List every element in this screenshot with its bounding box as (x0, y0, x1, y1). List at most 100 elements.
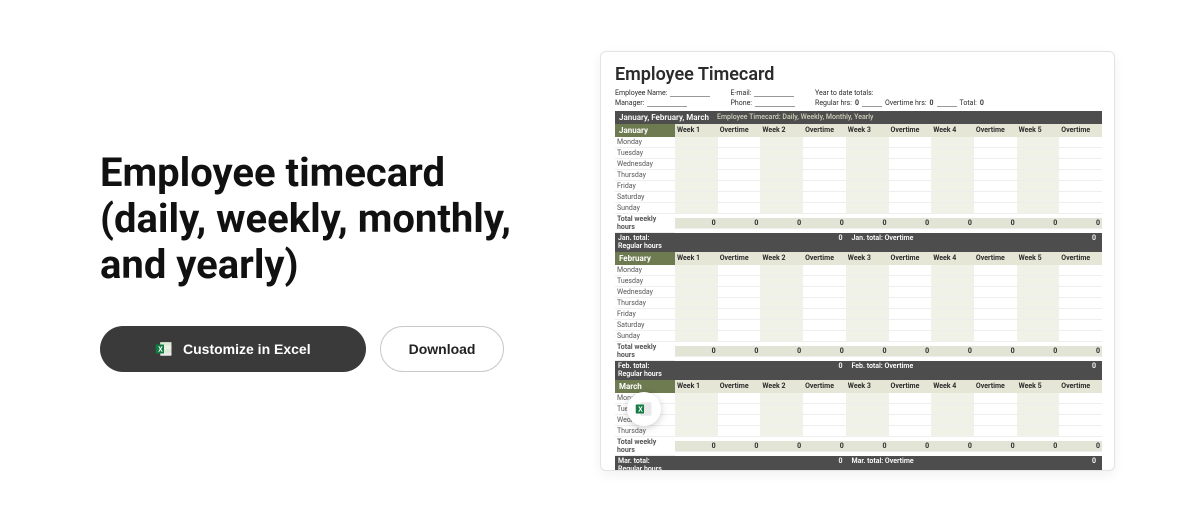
cell (931, 170, 974, 181)
download-button-label: Download (409, 341, 476, 357)
cell (931, 265, 974, 276)
cell (889, 148, 932, 159)
cell (718, 203, 761, 214)
cell (718, 170, 761, 181)
month-summary-row: Mar. total: Regular hours0Mar. total: Ov… (615, 456, 1102, 471)
cell (803, 148, 846, 159)
month-summary-row: Feb. total: Regular hours0Feb. total: Ov… (615, 361, 1102, 380)
total-cell: 0 (889, 346, 932, 357)
cell (803, 203, 846, 214)
cell (1059, 192, 1102, 203)
total-cell: 0 (889, 218, 932, 229)
cell (718, 192, 761, 203)
cell (1059, 320, 1102, 331)
cell (675, 415, 718, 426)
cell (931, 203, 974, 214)
col-week: Week 1 (675, 124, 718, 136)
col-overtime: Overtime (1059, 252, 1102, 264)
total-cell: 0 (1059, 441, 1102, 452)
customize-in-excel-button[interactable]: Customize in Excel (100, 326, 366, 372)
cell (846, 309, 889, 320)
cell (675, 192, 718, 203)
total-cell: 0 (1017, 218, 1060, 229)
cell (974, 203, 1017, 214)
day-label: Thursday (615, 426, 675, 437)
cell (803, 331, 846, 342)
cell (675, 276, 718, 287)
day-label: Monday (615, 265, 675, 276)
col-week: Week 3 (846, 252, 889, 264)
band-title: January, February, March (619, 113, 709, 122)
cell (931, 159, 974, 170)
cell (760, 404, 803, 415)
col-week: Week 2 (760, 124, 803, 136)
cell (931, 287, 974, 298)
template-preview: Employee Timecard Employee Name: Manager… (600, 51, 1115, 471)
day-row: Saturday (615, 320, 1102, 331)
day-row: Tuesday (615, 404, 1102, 415)
total-cell: 0 (760, 441, 803, 452)
cell (974, 298, 1017, 309)
cell (1017, 276, 1060, 287)
month-block: MarchWeek 1OvertimeWeek 2OvertimeWeek 3O… (615, 380, 1102, 471)
cell (760, 309, 803, 320)
cell (974, 320, 1017, 331)
cell (718, 298, 761, 309)
col-overtime: Overtime (1059, 380, 1102, 392)
cell (1059, 265, 1102, 276)
col-week: Week 4 (931, 252, 974, 264)
month-name: February (615, 252, 675, 265)
field-total-value: 0 (980, 99, 984, 107)
cell (718, 287, 761, 298)
cell (974, 265, 1017, 276)
cell (846, 287, 889, 298)
total-cell: 0 (718, 346, 761, 357)
day-row: Wednesday (615, 159, 1102, 170)
summary-ot-label: Mar. total: Overtime (849, 456, 929, 471)
cell (1059, 404, 1102, 415)
cell (974, 404, 1017, 415)
total-cell: 0 (974, 441, 1017, 452)
cell (803, 393, 846, 404)
day-row: Friday (615, 181, 1102, 192)
day-row: Tuesday (615, 148, 1102, 159)
summary-reg-label: Jan. total: Regular hours (615, 233, 675, 252)
field-employee-name-label: Employee Name: (615, 89, 667, 97)
cell (889, 298, 932, 309)
cell (846, 265, 889, 276)
cell (1059, 203, 1102, 214)
cell (803, 404, 846, 415)
day-row: Wednesday (615, 415, 1102, 426)
cell (1017, 148, 1060, 159)
total-cell: 0 (803, 441, 846, 452)
excel-float-icon (627, 392, 661, 426)
cell (889, 415, 932, 426)
day-row: Sunday (615, 203, 1102, 214)
cell (1059, 148, 1102, 159)
total-weekly-label: Total weekly hours (615, 437, 675, 456)
cell (760, 276, 803, 287)
summary-reg-label: Mar. total: Regular hours (615, 456, 675, 471)
cell (974, 393, 1017, 404)
cell (760, 331, 803, 342)
cell (803, 170, 846, 181)
cell (803, 287, 846, 298)
cell (803, 415, 846, 426)
quarter-band: January, February, March Employee Timeca… (615, 111, 1102, 124)
col-week: Week 4 (931, 124, 974, 136)
total-cell: 0 (1017, 441, 1060, 452)
cell (1017, 170, 1060, 181)
total-weekly-row: Total weekly hours0000000000 (615, 214, 1102, 233)
cell (889, 203, 932, 214)
cell (889, 170, 932, 181)
download-button[interactable]: Download (380, 326, 505, 372)
month-header: FebruaryWeek 1OvertimeWeek 2OvertimeWeek… (615, 252, 1102, 265)
cell (1017, 404, 1060, 415)
day-row: Thursday (615, 170, 1102, 181)
cell (1059, 181, 1102, 192)
cell (1059, 309, 1102, 320)
cell (803, 265, 846, 276)
cell (1017, 298, 1060, 309)
col-overtime: Overtime (1059, 124, 1102, 136)
summary-ot-value: 0 (929, 361, 1103, 380)
